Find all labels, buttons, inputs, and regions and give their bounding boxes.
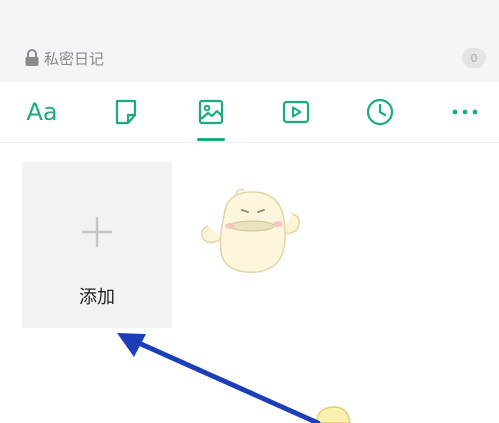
annotation-arrow: [117, 333, 321, 423]
